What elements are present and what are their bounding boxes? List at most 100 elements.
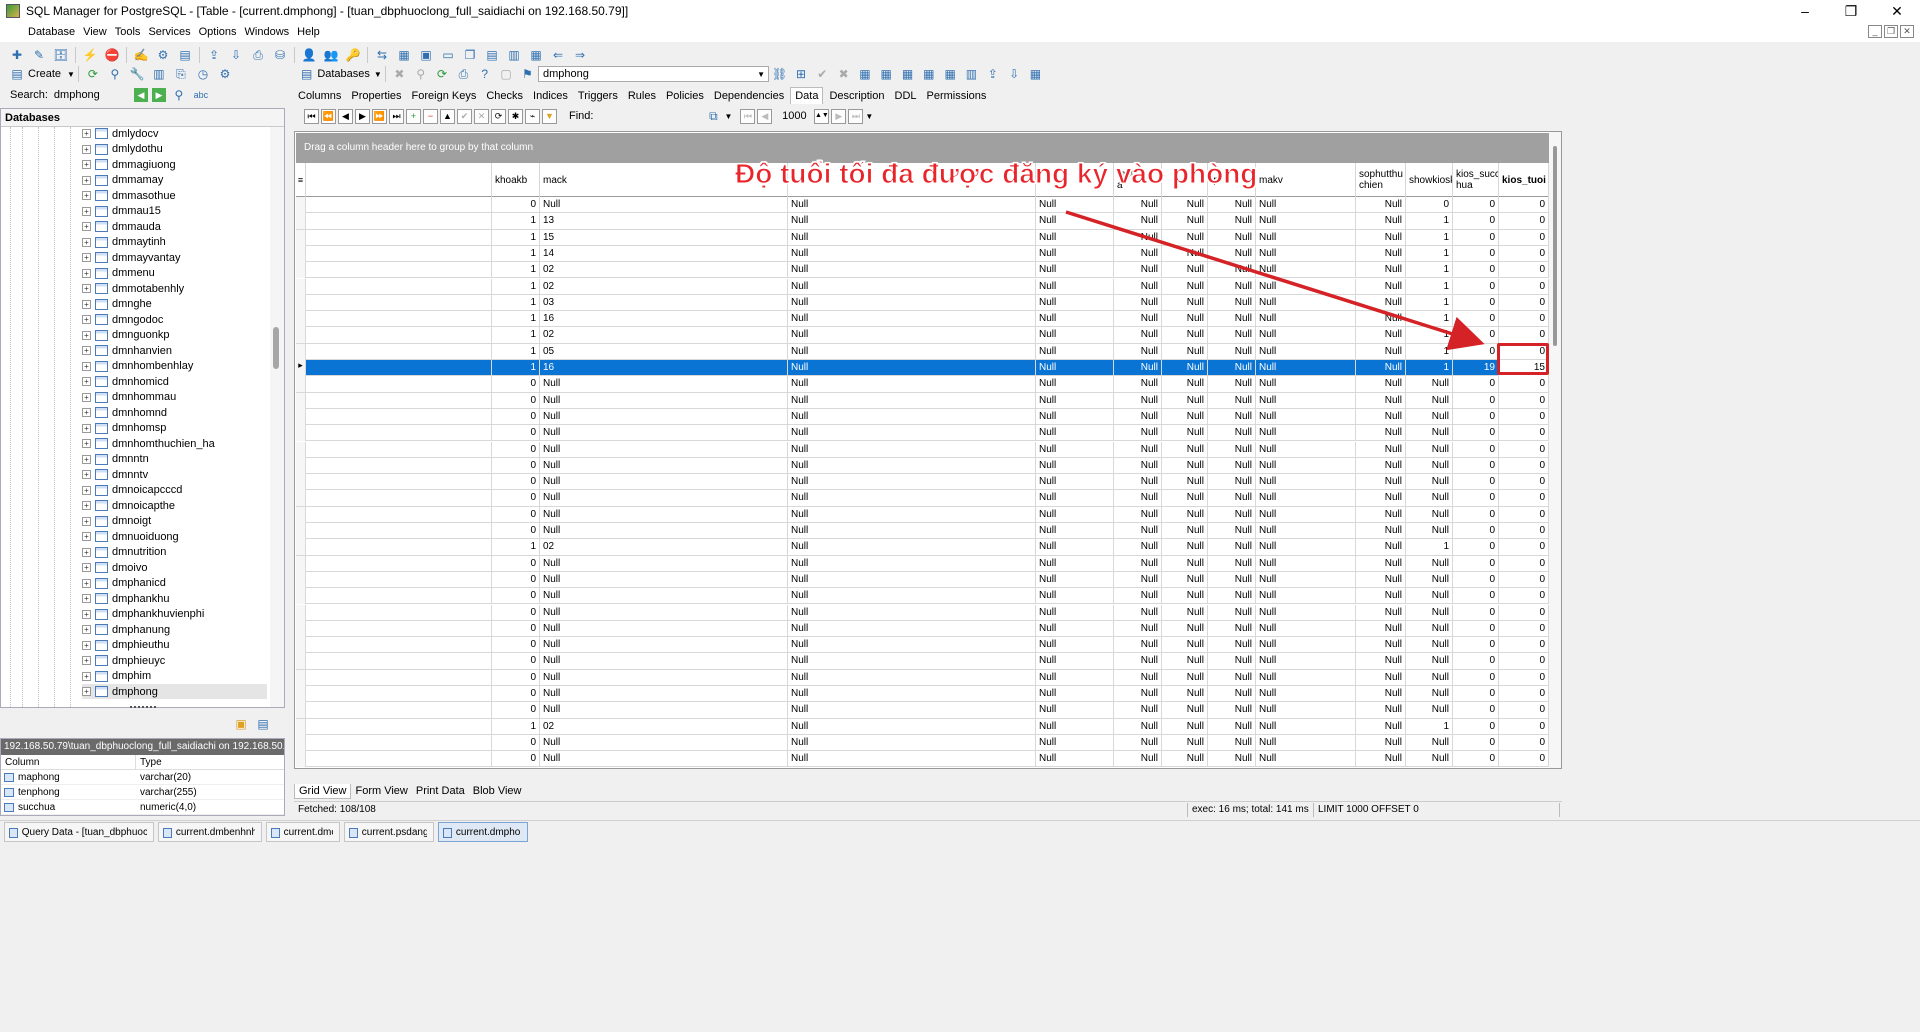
tab-permissions[interactable]: Permissions xyxy=(923,88,991,104)
field-icon[interactable]: ▦ xyxy=(856,65,873,83)
row-indicator[interactable] xyxy=(296,506,306,523)
fk-icon[interactable]: ▦ xyxy=(899,65,916,83)
expand-icon[interactable]: + xyxy=(82,671,91,681)
grid-cell[interactable]: Null xyxy=(540,588,788,605)
grid-cell[interactable]: Null xyxy=(1036,539,1114,556)
grid-cell[interactable] xyxy=(306,294,492,311)
expand-icon[interactable]: + xyxy=(82,423,91,433)
grid-cell[interactable]: 0 xyxy=(1499,229,1549,246)
table-row[interactable]: 0 Null Null Null Null Null Null Null Null Null 0 0 xyxy=(296,734,1549,752)
tree-item-dmnghe[interactable]: + dmnghe xyxy=(82,297,267,312)
grid-cell[interactable]: 0 xyxy=(1499,311,1549,328)
grid-cell[interactable]: 1 xyxy=(492,262,540,279)
grid-cell[interactable]: 0 xyxy=(492,376,540,393)
prior-record-icon[interactable]: ◀ xyxy=(338,108,353,124)
grid-cell[interactable]: Null xyxy=(1162,457,1208,474)
window-tab[interactable]: Query Data - [tuan_dbphuoclon... xyxy=(4,821,154,842)
grid-cell[interactable] xyxy=(306,620,492,637)
grid-cell[interactable]: Null xyxy=(1114,311,1162,328)
cancel-edit-icon[interactable]: ✕ xyxy=(474,108,489,124)
row-indicator-header[interactable]: ≡ xyxy=(296,163,306,197)
pin-icon[interactable]: ⚲ xyxy=(412,65,429,83)
grid-cell[interactable]: Null xyxy=(1406,490,1453,507)
grid-cell[interactable]: 0 xyxy=(1453,229,1499,246)
grid-cell[interactable]: 0 xyxy=(1453,604,1499,621)
grid-cell[interactable]: Null xyxy=(788,506,1036,523)
grid-cell[interactable]: Null xyxy=(1356,278,1406,295)
grid-cell[interactable]: Null xyxy=(540,506,788,523)
grid-cell[interactable] xyxy=(306,734,492,751)
grid-cell[interactable]: Null xyxy=(1356,441,1406,458)
expand-icon[interactable]: + xyxy=(82,392,91,402)
grid-cell[interactable]: Null xyxy=(1208,637,1256,654)
expand-icon[interactable]: + xyxy=(82,687,91,696)
grid-cell[interactable]: Null xyxy=(788,441,1036,458)
close-button[interactable]: ✕ xyxy=(1874,0,1920,22)
grid-cell[interactable]: 0 xyxy=(492,425,540,442)
grid-cell[interactable]: 0 xyxy=(1453,197,1499,213)
grid-cell[interactable]: 02 xyxy=(540,278,788,295)
grid-cell[interactable]: Null xyxy=(540,474,788,491)
grid-cell[interactable]: Null xyxy=(540,392,788,409)
post-edit-icon[interactable]: ✔ xyxy=(457,108,472,124)
tree-item-dmphieuthu[interactable]: + dmphieuthu xyxy=(82,638,267,653)
tree-item-dmlydocv[interactable]: + dmlydocv xyxy=(82,126,267,141)
grid-cell[interactable]: Null xyxy=(1406,571,1453,588)
grid-cell[interactable]: Null xyxy=(788,523,1036,539)
tab-ddl[interactable]: DDL xyxy=(891,88,921,104)
grid-cell[interactable]: Null xyxy=(1208,523,1256,539)
grid-cell[interactable]: Null xyxy=(788,604,1036,621)
grid-cell[interactable]: Null xyxy=(1256,588,1356,605)
grid-cell[interactable]: Null xyxy=(1114,278,1162,295)
grid-cell[interactable]: Null xyxy=(788,197,1036,213)
grid-cell[interactable]: 0 xyxy=(1499,751,1549,768)
grid-cell[interactable]: Null xyxy=(1406,751,1453,768)
row-indicator[interactable] xyxy=(296,311,306,328)
grid-cell[interactable]: Null xyxy=(1114,686,1162,702)
grid-cell[interactable]: Null xyxy=(1406,441,1453,458)
grid-cell[interactable]: 02 xyxy=(540,327,788,344)
table-row[interactable]: 0 Null Null Null Null Null Null Null Null Null 0 0 xyxy=(296,425,1549,442)
grid-cell[interactable]: Null xyxy=(1114,343,1162,360)
grid-cell[interactable]: Null xyxy=(1356,262,1406,279)
row-indicator[interactable] xyxy=(296,571,306,588)
grid-cell[interactable]: 0 xyxy=(1499,669,1549,686)
expand-icon[interactable]: + xyxy=(82,563,91,572)
expand-icon[interactable]: + xyxy=(82,547,91,557)
grid-cell[interactable]: 0 xyxy=(1453,278,1499,295)
grid-cell[interactable]: Null xyxy=(1162,490,1208,507)
expand-icon[interactable]: + xyxy=(82,191,91,200)
row-indicator[interactable] xyxy=(296,669,306,686)
grid-cell[interactable] xyxy=(306,702,492,719)
grid-cell[interactable]: Null xyxy=(1208,197,1256,213)
grid-cell[interactable]: 0 xyxy=(1499,539,1549,556)
grid-cell[interactable]: Null xyxy=(540,555,788,572)
tree-item-dmnoigt[interactable]: + dmnoigt xyxy=(82,514,267,529)
grid-cell[interactable]: 0 xyxy=(492,734,540,751)
grid-cell[interactable]: Null xyxy=(1208,734,1256,751)
grid-cell[interactable] xyxy=(306,751,492,768)
grid-cell[interactable]: Null xyxy=(1256,702,1356,719)
grid-cell[interactable]: Null xyxy=(788,734,1036,751)
export-icon[interactable]: ⇪ xyxy=(205,46,223,64)
grid-cell[interactable]: Null xyxy=(1114,702,1162,719)
grid-cell[interactable]: Null xyxy=(540,686,788,702)
grid-cell[interactable]: Null xyxy=(1208,751,1256,768)
pin-object-icon[interactable]: ⚑ xyxy=(519,65,536,83)
column-header[interactable]: showkiosk xyxy=(1406,163,1453,197)
grid-cell[interactable]: Null xyxy=(1256,571,1356,588)
grid-cell[interactable]: Null xyxy=(540,197,788,213)
grid-cell[interactable]: Null xyxy=(1356,457,1406,474)
grid-cell[interactable]: 0 xyxy=(1453,506,1499,523)
grid-cell[interactable] xyxy=(306,408,492,425)
grid-cell[interactable]: Null xyxy=(1208,653,1256,670)
row-indicator[interactable] xyxy=(296,457,306,474)
grid-cell[interactable]: Null xyxy=(1208,718,1256,735)
folder-icon[interactable]: ▣ xyxy=(232,715,250,733)
tree-item-dmnhanvien[interactable]: + dmnhanvien xyxy=(82,343,267,358)
expand-icon[interactable]: + xyxy=(82,609,91,619)
grid-cell[interactable] xyxy=(306,588,492,605)
grid-cell[interactable]: Null xyxy=(1162,327,1208,344)
first-page-icon[interactable]: ⏮ xyxy=(740,108,756,124)
grid-cell[interactable]: 0 xyxy=(1499,474,1549,491)
